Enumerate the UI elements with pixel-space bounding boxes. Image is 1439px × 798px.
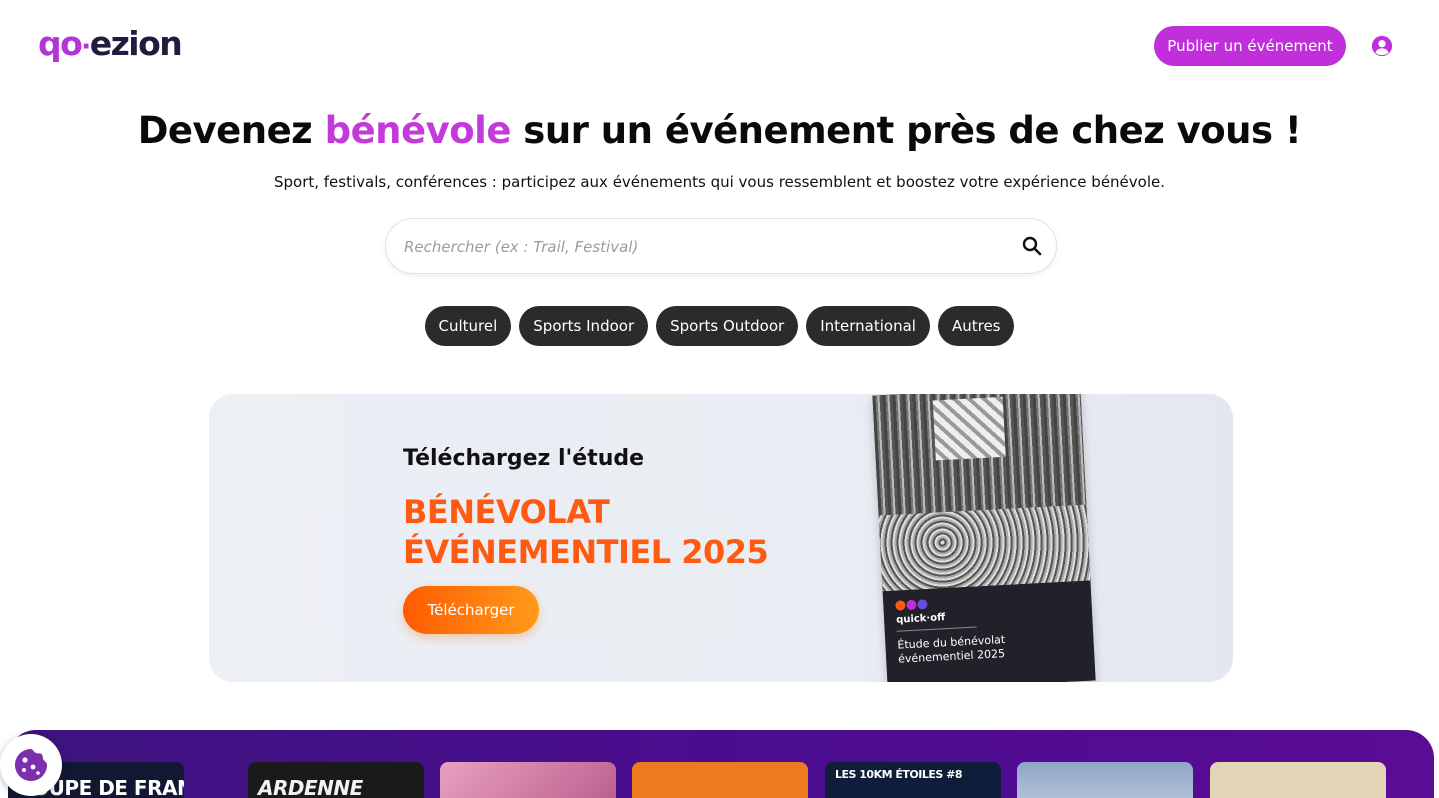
banner-title: BÉNÉVOLAT ÉVÉNEMENTIEL 2025 xyxy=(403,492,769,572)
events-carousel: COUPE DE FRANCE ARDENNE LES 10KM ÉTOILES… xyxy=(8,730,1434,798)
event-card-label: LES 10KM ÉTOILES #8 xyxy=(835,768,963,781)
event-card-label: ARDENNE xyxy=(258,776,363,798)
cover-divider xyxy=(896,626,977,632)
logo-part-1: qo xyxy=(38,24,83,63)
title-accent: bénévole xyxy=(324,109,512,152)
category-chip-international[interactable]: International xyxy=(806,306,930,346)
event-card[interactable] xyxy=(1017,762,1193,798)
cover-title: Étude du bénévolat événementiel 2025 xyxy=(897,633,1006,666)
event-card[interactable]: LES 10KM ÉTOILES #8 xyxy=(825,762,1001,798)
cover-photo xyxy=(872,394,1091,592)
logo-part-2: ezion xyxy=(89,24,183,63)
site-header: qo·ezion Publier un événement xyxy=(0,0,1439,92)
title-suffix: sur un événement près de chez vous ! xyxy=(510,109,1302,152)
search-bar xyxy=(385,218,1057,274)
download-button[interactable]: Télécharger xyxy=(403,586,539,634)
category-chip-sports-outdoor[interactable]: Sports Outdoor xyxy=(656,306,799,346)
study-cover-image: quick·off Étude du bénévolat événementie… xyxy=(872,394,1096,682)
event-card[interactable]: ARDENNE xyxy=(248,762,424,798)
title-prefix: Devenez xyxy=(137,109,325,152)
event-card[interactable] xyxy=(440,762,616,798)
cookie-settings-button[interactable] xyxy=(0,734,62,796)
category-filters: Culturel Sports Indoor Sports Outdoor In… xyxy=(0,306,1439,346)
banner-title-line-1: BÉNÉVOLAT xyxy=(403,493,610,531)
event-card[interactable] xyxy=(1210,762,1386,798)
logo-separator: · xyxy=(81,32,91,62)
category-chip-sports-indoor[interactable]: Sports Indoor xyxy=(519,306,649,346)
search-icon[interactable] xyxy=(1020,234,1044,258)
banner-kicker: Téléchargez l'étude xyxy=(403,446,645,471)
banner-title-line-2: ÉVÉNEMENTIEL 2025 xyxy=(403,533,769,571)
category-chip-autres[interactable]: Autres xyxy=(937,306,1015,346)
publish-event-button[interactable]: Publier un événement xyxy=(1154,26,1346,66)
category-chip-culturel[interactable]: Culturel xyxy=(424,306,512,346)
site-logo[interactable]: qo·ezion xyxy=(38,24,183,67)
page-subtitle: Sport, festivals, conférences : particip… xyxy=(273,173,1166,191)
page-title: Devenez bénévole sur un événement près d… xyxy=(0,106,1439,156)
cookie-icon xyxy=(15,749,47,781)
cover-brand: quick·off xyxy=(895,612,946,626)
user-circle-icon[interactable] xyxy=(1371,35,1393,57)
brand-dots-icon xyxy=(895,599,928,611)
cover-panel: quick·off Étude du bénévolat événementie… xyxy=(882,580,1096,682)
search-input[interactable] xyxy=(404,233,1004,261)
event-card[interactable] xyxy=(632,762,808,798)
study-banner: Téléchargez l'étude BÉNÉVOLAT ÉVÉNEMENTI… xyxy=(209,394,1233,682)
